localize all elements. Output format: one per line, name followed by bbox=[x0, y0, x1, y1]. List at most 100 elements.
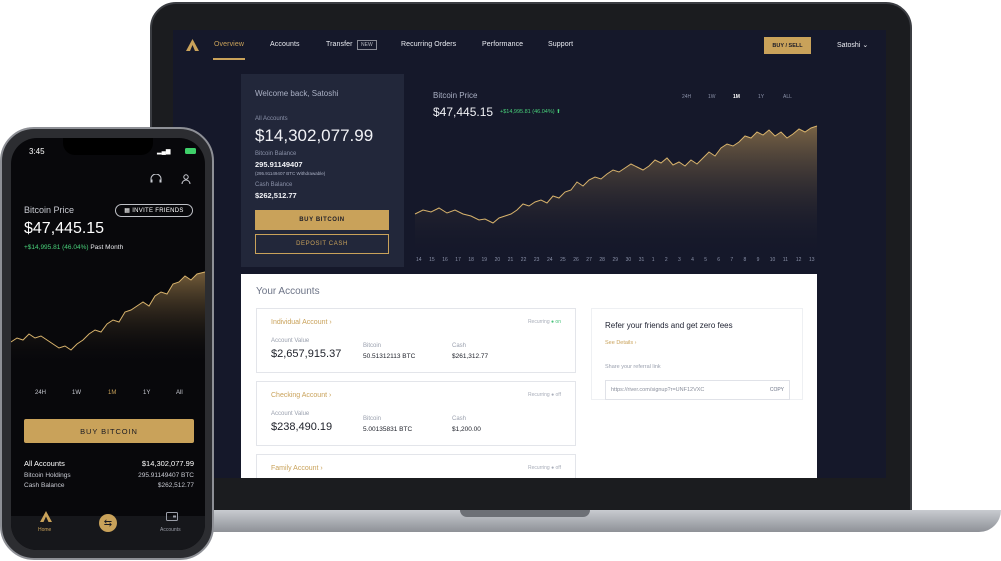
bitcoin-label: Bitcoin bbox=[363, 343, 382, 349]
price-chart bbox=[414, 125, 818, 255]
x-tick-label: 27 bbox=[586, 257, 592, 263]
x-tick-label: 12 bbox=[795, 257, 802, 263]
range-24h[interactable]: 24H bbox=[682, 94, 691, 100]
x-tick-label: 6 bbox=[717, 257, 721, 263]
x-tick-label: 22 bbox=[520, 257, 527, 263]
x-tick-label: 13 bbox=[809, 257, 815, 263]
x-tick-label: 11 bbox=[782, 257, 788, 263]
range-1y[interactable]: 1Y bbox=[758, 94, 764, 100]
headset-icon[interactable] bbox=[150, 174, 162, 184]
cash-label: Cash bbox=[452, 343, 467, 349]
x-tick-label: 20 bbox=[494, 257, 501, 263]
bitcoin-withdrawable: (295.91149407 BTC Withdrawable) bbox=[255, 171, 326, 176]
phone-frame: 3:45 ▂▄▆ Bitcoin Price ▦ INVITE FRIENDS … bbox=[0, 127, 214, 560]
nav-accounts[interactable]: Accounts bbox=[270, 41, 300, 48]
price-title: Bitcoin Price bbox=[24, 205, 75, 215]
nav-recurring-orders[interactable]: Recurring Orders bbox=[401, 41, 456, 48]
bitcoin-balance-value: 295.91149407 bbox=[255, 160, 303, 169]
range-all[interactable]: ALL bbox=[783, 94, 792, 100]
x-tick-label: 7 bbox=[730, 257, 734, 263]
x-tick-label: 9 bbox=[756, 257, 760, 263]
range-all[interactable]: All bbox=[176, 390, 183, 396]
buy-bitcoin-button[interactable]: BUY BITCOIN bbox=[24, 419, 194, 443]
account-card-family[interactable]: Family Account › Recurring ● off bbox=[256, 454, 576, 478]
status-time: 3:45 bbox=[29, 147, 45, 156]
laptop-base bbox=[150, 510, 1001, 532]
invite-friends-button[interactable]: ▦ INVITE FRIENDS bbox=[115, 204, 193, 217]
signal-icon: ▂▄▆ bbox=[157, 149, 171, 155]
account-card-individual[interactable]: Individual Account › Recurring ● on Acco… bbox=[256, 308, 576, 373]
x-tick-label: 3 bbox=[678, 257, 681, 263]
accounts-title: Your Accounts bbox=[256, 286, 320, 297]
buy-sell-button[interactable]: BUY / SELL bbox=[764, 37, 811, 54]
x-tick-label: 30 bbox=[625, 257, 632, 263]
invite-label: INVITE FRIENDS bbox=[132, 207, 184, 214]
laptop-notch bbox=[460, 510, 590, 517]
deposit-cash-button[interactable]: DEPOSIT CASH bbox=[255, 234, 389, 254]
summary-row: Cash Balance $262,512.77 bbox=[24, 482, 194, 489]
x-tick-label: 29 bbox=[612, 257, 619, 263]
account-name[interactable]: Family Account › bbox=[271, 465, 323, 472]
referral-heading: Refer your friends and get zero fees bbox=[605, 321, 733, 330]
range-1m[interactable]: 1M bbox=[108, 390, 116, 396]
tab-accounts[interactable]: Accounts bbox=[160, 527, 181, 533]
battery-icon bbox=[185, 148, 196, 154]
nav-support[interactable]: Support bbox=[548, 41, 573, 48]
x-tick-label: 26 bbox=[573, 257, 579, 263]
see-details-link[interactable]: See Details › bbox=[605, 340, 637, 346]
nav-performance[interactable]: Performance bbox=[482, 41, 523, 48]
range-1w[interactable]: 1W bbox=[708, 94, 716, 100]
account-value: $238,490.19 bbox=[271, 421, 333, 433]
user-menu[interactable]: Satoshi ⌄ bbox=[837, 41, 868, 49]
river-logo-icon[interactable] bbox=[186, 39, 199, 51]
share-label: Share your referral link bbox=[605, 364, 661, 370]
mobile-app: 3:45 ▂▄▆ Bitcoin Price ▦ INVITE FRIENDS … bbox=[11, 138, 205, 550]
range-24h[interactable]: 24H bbox=[35, 390, 46, 396]
buy-bitcoin-button[interactable]: BUY BITCOIN bbox=[255, 210, 389, 230]
laptop-bezel bbox=[173, 478, 886, 510]
wallet-icon[interactable] bbox=[166, 512, 178, 521]
x-tick-label: 19 bbox=[481, 257, 488, 263]
bitcoin-balance-label: Bitcoin Balance bbox=[255, 151, 297, 157]
all-accounts-value: $14,302,077.99 bbox=[255, 126, 374, 145]
account-card-checking[interactable]: Checking Account › Recurring ● off Accou… bbox=[256, 381, 576, 446]
range-1w[interactable]: 1W bbox=[72, 390, 81, 396]
x-tick-label: 31 bbox=[638, 257, 645, 263]
account-name[interactable]: Individual Account › bbox=[271, 319, 332, 326]
nav-overview[interactable]: Overview bbox=[214, 41, 244, 48]
nav-transfer[interactable]: Transfer bbox=[326, 41, 353, 48]
x-tick-label: 14 bbox=[416, 257, 422, 263]
summary-row: Bitcoin Holdings 295.91149407 BTC bbox=[24, 472, 194, 479]
transfer-icon[interactable]: ⇆ bbox=[99, 514, 117, 532]
x-tick-label: 21 bbox=[507, 257, 514, 263]
new-badge: NEW bbox=[357, 40, 377, 50]
x-tick-label: 17 bbox=[455, 257, 461, 263]
x-tick-label: 8 bbox=[743, 257, 747, 263]
gift-icon: ▦ bbox=[124, 208, 133, 214]
recurring-status: Recurring ● off bbox=[528, 465, 561, 471]
tab-home[interactable]: Home bbox=[38, 527, 51, 533]
account-name[interactable]: Checking Account › bbox=[271, 392, 331, 399]
copy-button[interactable]: COPY bbox=[770, 387, 784, 393]
referral-link: https://river.com/signup?r=UNF12VXC bbox=[611, 387, 705, 393]
referral-card: Refer your friends and get zero fees See… bbox=[591, 308, 803, 400]
bitcoin-value: 50.51312113 BTC bbox=[363, 353, 416, 360]
range-1y[interactable]: 1Y bbox=[143, 390, 150, 396]
x-tick-label: 23 bbox=[533, 257, 540, 263]
welcome-text: Welcome back, Satoshi bbox=[255, 89, 339, 98]
top-nav: Overview Accounts Transfer NEW Recurring… bbox=[173, 30, 886, 62]
x-tick-label: 18 bbox=[468, 257, 474, 263]
range-1m[interactable]: 1M bbox=[733, 94, 740, 100]
x-tick-label: 2 bbox=[664, 257, 668, 263]
referral-link-field[interactable]: https://river.com/signup?r=UNF12VXC COPY bbox=[605, 380, 790, 400]
chevron-down-icon: ⌄ bbox=[862, 42, 869, 49]
home-icon[interactable] bbox=[40, 511, 52, 522]
balance-card: Welcome back, Satoshi All Accounts $14,3… bbox=[241, 74, 404, 267]
price-area bbox=[11, 272, 205, 366]
cash-balance-value: $262,512.77 bbox=[255, 191, 297, 200]
profile-icon[interactable] bbox=[181, 174, 191, 184]
all-accounts-label: All Accounts bbox=[255, 116, 288, 122]
active-tab-underline bbox=[213, 58, 245, 60]
x-tick-label: 24 bbox=[547, 257, 553, 263]
bitcoin-value: 5.00135831 BTC bbox=[363, 426, 413, 433]
